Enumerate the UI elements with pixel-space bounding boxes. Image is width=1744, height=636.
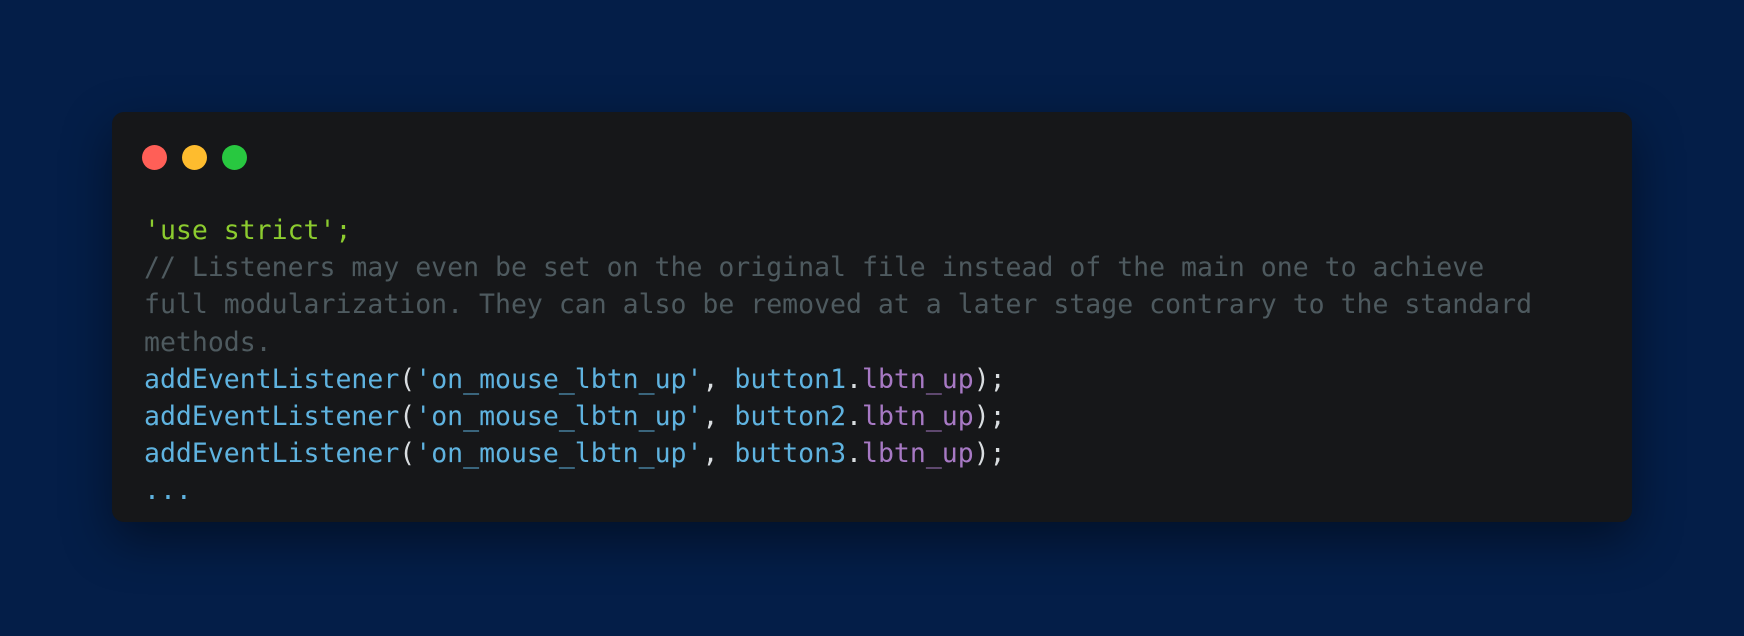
code-line: ... [144, 472, 1614, 509]
code-token: ); [973, 363, 1006, 395]
code-line: methods. [144, 324, 1614, 361]
code-line: addEventListener('on_mouse_lbtn_up', but… [144, 435, 1614, 472]
code-token: button2 [734, 400, 847, 432]
code-token: // Listeners may even be set on the orig… [144, 252, 1485, 284]
code-token: ( [399, 438, 416, 470]
code-token: button3 [734, 438, 847, 470]
minimize-window-button[interactable] [182, 145, 207, 170]
code-block: 'use strict'; // Listeners may even be se… [144, 212, 1614, 510]
code-line: full modularization. They can also be re… [144, 286, 1614, 323]
code-token: 'use strict'; [144, 215, 352, 246]
code-window: 'use strict'; // Listeners may even be se… [112, 112, 1632, 522]
maximize-window-button[interactable] [222, 145, 247, 170]
code-token: full modularization. They can also be re… [144, 289, 1533, 321]
code-line: // Listeners may even be set on the orig… [144, 249, 1614, 286]
code-token: . [846, 363, 863, 395]
code-token: methods. [144, 326, 272, 358]
code-line: addEventListener('on_mouse_lbtn_up', but… [144, 398, 1614, 435]
code-line: 'use strict'; [144, 212, 1614, 249]
code-token: button1 [734, 363, 847, 395]
code-token: . [846, 438, 863, 470]
code-token: addEventListener [144, 363, 400, 395]
code-token: lbtn_up [862, 438, 974, 470]
code-token: ); [973, 400, 1006, 432]
code-token: addEventListener [144, 400, 400, 432]
code-token: , [702, 400, 735, 432]
code-token: ( [399, 400, 416, 432]
code-token: 'on_mouse_lbtn_up' [415, 400, 703, 432]
code-token: 'on_mouse_lbtn_up' [415, 363, 703, 395]
close-window-button[interactable] [142, 145, 167, 170]
code-token: ); [973, 438, 1006, 470]
code-token: ( [399, 363, 416, 395]
code-token: 'on_mouse_lbtn_up' [415, 438, 703, 470]
code-token: lbtn_up [862, 400, 974, 432]
code-token: lbtn_up [862, 363, 974, 395]
code-line: addEventListener('on_mouse_lbtn_up', but… [144, 361, 1614, 398]
code-token: ... [144, 475, 192, 507]
code-token: , [702, 438, 735, 470]
code-token: , [702, 363, 735, 395]
code-token: addEventListener [144, 438, 400, 470]
code-token: . [846, 400, 863, 432]
